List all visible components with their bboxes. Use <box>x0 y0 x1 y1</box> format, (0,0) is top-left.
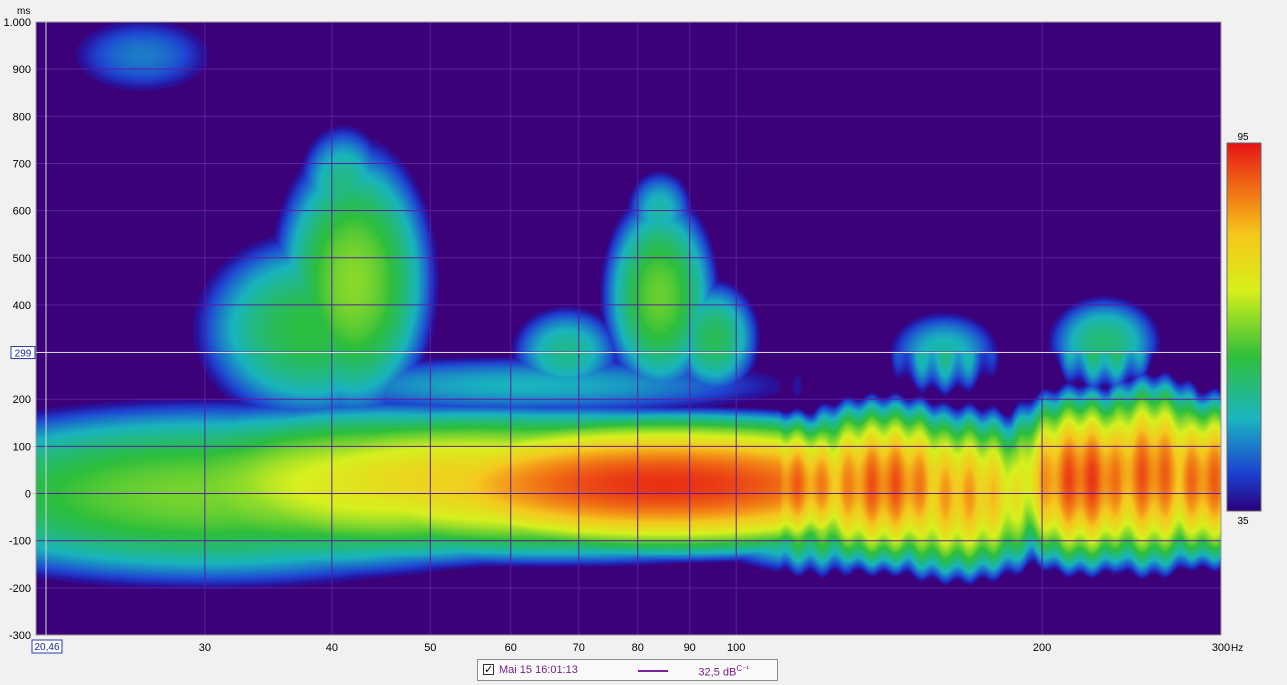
color-scale-bar: 95 35 <box>1226 132 1262 527</box>
y-tick-label: 200 <box>13 394 31 406</box>
x-unit-label: Hz <box>1231 643 1243 654</box>
y-tick-label: 500 <box>13 253 31 265</box>
heatmap-image <box>36 22 1221 635</box>
y-tick-label: 800 <box>13 111 31 123</box>
y-axis-ticks: -300 -200 -100 0 100 200 400 500 600 700 800 900 1.0… <box>3 17 31 642</box>
y-tick-label: 0 <box>25 489 31 501</box>
y-tick-label: 600 <box>13 206 31 218</box>
y-tick-label: -300 <box>9 630 31 642</box>
x-tick-label: 50 <box>424 642 436 654</box>
y-unit-label: ms <box>17 6 30 17</box>
svg-text:20,46: 20,46 <box>34 642 59 653</box>
svg-text:299: 299 <box>15 349 32 360</box>
x-tick-label: 100 <box>727 642 745 654</box>
x-tick-label: 60 <box>505 642 517 654</box>
y-tick-label: -200 <box>9 583 31 595</box>
legend-checkbox[interactable]: ✓ <box>483 664 494 676</box>
x-tick-label: 30 <box>199 642 211 654</box>
x-tick-label: 200 <box>1033 642 1051 654</box>
y-tick-label: 900 <box>13 64 31 76</box>
spectrogram-chart: ms -300 -200 -100 0 100 200 400 500 600 700 800 900… <box>3 6 1262 654</box>
x-tick-label: 40 <box>326 642 338 654</box>
legend-box: ✓ Mai 15 16:01:13 32,5 dBC⁻¹ <box>477 659 778 681</box>
legend-line-swatch <box>638 670 668 672</box>
color-scale-max-label: 95 <box>1237 132 1249 143</box>
color-scale-min-label: 35 <box>1237 516 1249 527</box>
x-tick-label: 90 <box>684 642 696 654</box>
legend-series-name: Mai 15 16:01:13 <box>499 664 578 676</box>
y-tick-label: 400 <box>13 300 31 312</box>
x-tick-label: 70 <box>573 642 585 654</box>
y-tick-label: 100 <box>13 441 31 453</box>
x-tick-label: 80 <box>632 642 644 654</box>
y-tick-label: -100 <box>9 536 31 548</box>
y-tick-label: 1.000 <box>3 17 31 29</box>
y-tick-label: 700 <box>13 158 31 170</box>
cursor-y-readout: 299 <box>10 346 36 360</box>
x-axis-ticks: 30 40 50 60 70 80 90 100 200 300 <box>199 642 1230 654</box>
cursor-x-readout: 20,46 <box>31 639 63 654</box>
x-tick-label: 300 <box>1212 642 1230 654</box>
legend-value: 32,5 dBC⁻¹ <box>698 664 749 679</box>
